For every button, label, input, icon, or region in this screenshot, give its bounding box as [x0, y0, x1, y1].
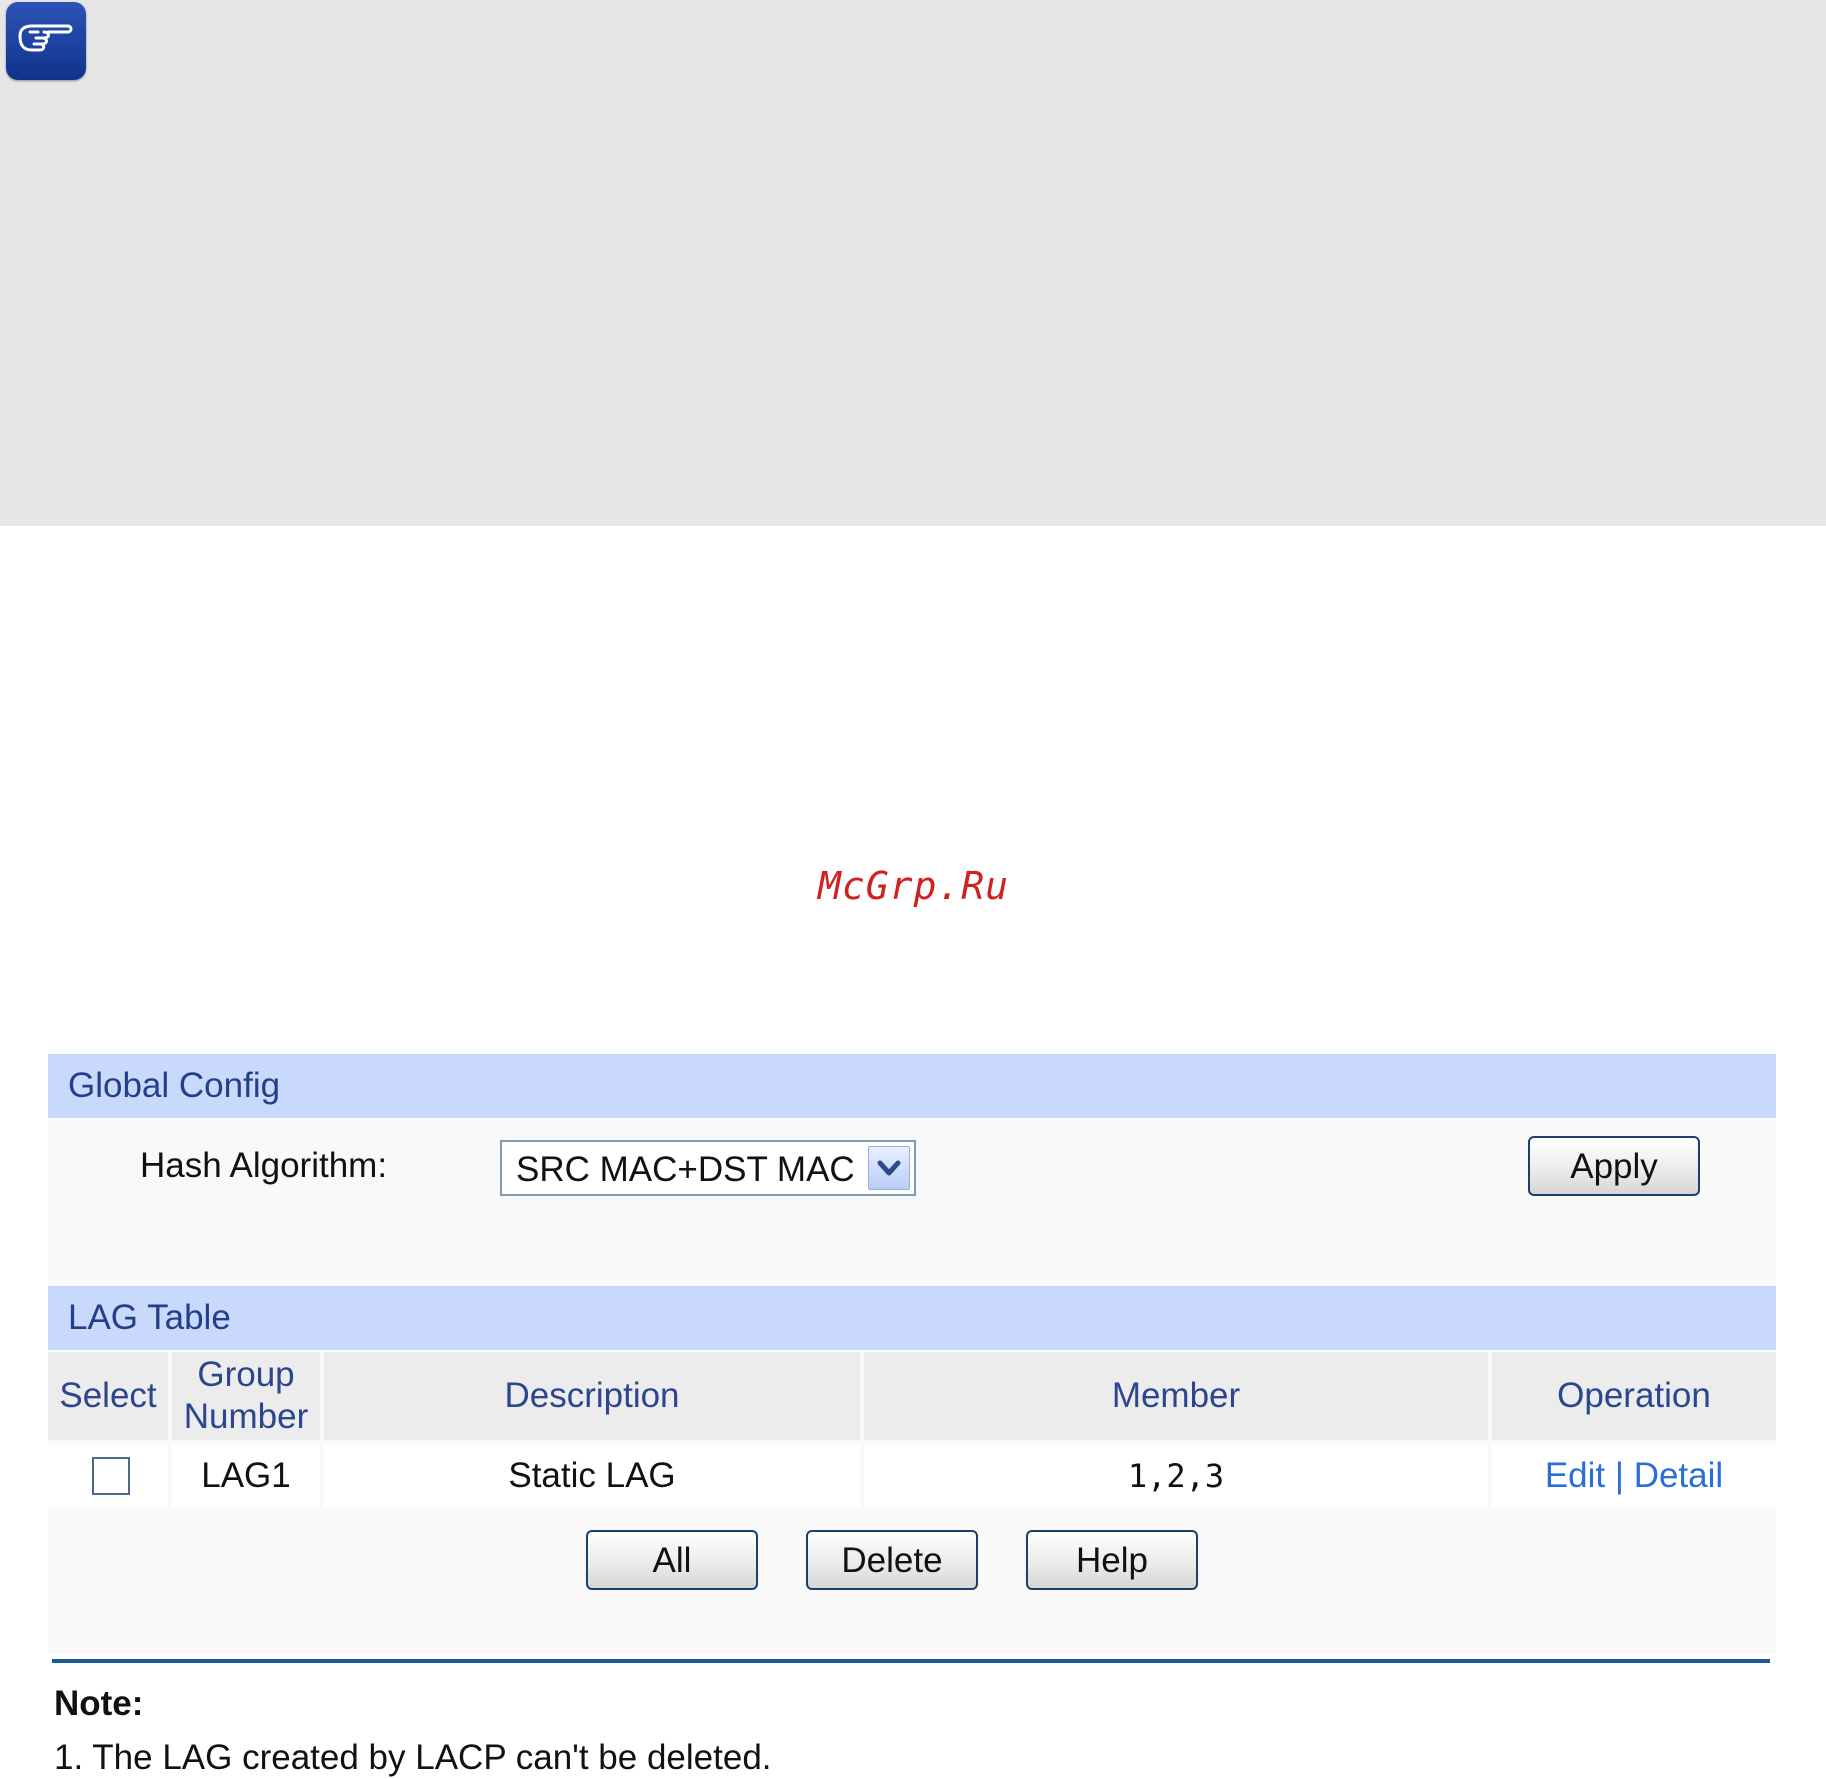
column-header-group-number: Group Number [172, 1352, 320, 1440]
table-cell-member: 1,2,3 [864, 1444, 1488, 1508]
lag-table-header: LAG Table [48, 1286, 1776, 1350]
select-all-button[interactable]: All [586, 1530, 758, 1590]
tip-banner [0, 0, 1826, 526]
edit-link[interactable]: Edit [1545, 1456, 1605, 1495]
column-header-select: Select [48, 1352, 168, 1440]
pointing-hand-icon [6, 2, 86, 80]
column-header-member: Member [864, 1352, 1488, 1440]
table-cell-description: Static LAG [324, 1444, 860, 1508]
column-header-operation: Operation [1492, 1352, 1776, 1440]
global-config-header: Global Config [48, 1054, 1776, 1118]
hash-algorithm-label: Hash Algorithm: [140, 1146, 388, 1185]
help-button[interactable]: Help [1026, 1530, 1198, 1590]
hash-algorithm-value: SRC MAC+DST MAC [516, 1150, 855, 1189]
note-line: 1. The LAG created by LACP can't be dele… [54, 1738, 772, 1777]
delete-button[interactable]: Delete [806, 1530, 978, 1590]
operation-separator: | [1614, 1456, 1624, 1495]
column-header-description: Description [324, 1352, 860, 1440]
hash-algorithm-select[interactable]: SRC MAC+DST MAC [500, 1140, 916, 1196]
column-header-group-line1: Group [197, 1355, 295, 1394]
detail-link[interactable]: Detail [1634, 1456, 1723, 1495]
note-title: Note: [54, 1684, 144, 1723]
watermark-text: McGrp.Ru [818, 864, 1010, 908]
apply-button[interactable]: Apply [1528, 1136, 1700, 1196]
table-cell-operation: Edit | Detail [1492, 1444, 1776, 1508]
row-select-checkbox[interactable] [92, 1457, 130, 1495]
table-cell-group: LAG1 [172, 1444, 320, 1508]
divider [52, 1659, 1770, 1663]
column-header-group-line2: Number [183, 1397, 309, 1436]
chevron-down-icon[interactable] [868, 1146, 910, 1190]
